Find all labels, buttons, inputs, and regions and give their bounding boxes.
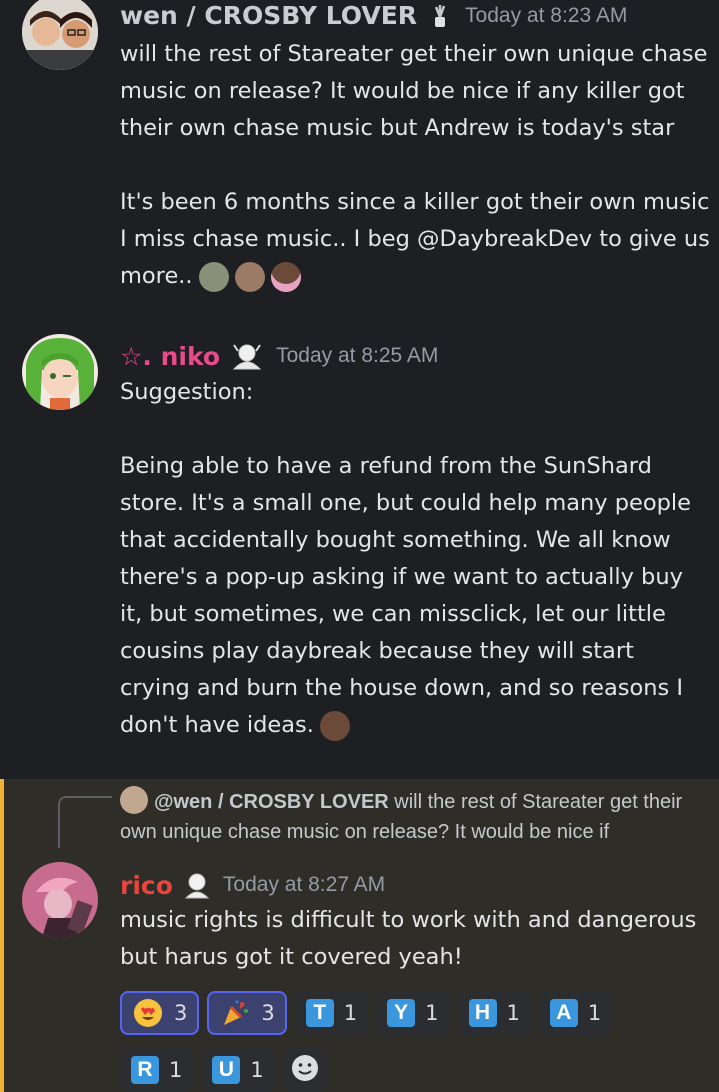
reactions-row-2: R 1 U 1 (120, 1048, 327, 1092)
reaction-count: 1 (169, 1058, 183, 1082)
custom-emoji-icon[interactable] (319, 710, 350, 741)
timestamp: Today at 8:25 AM (276, 344, 439, 367)
username[interactable]: ☆. niko (120, 342, 220, 371)
reaction-letter-h[interactable]: H 1 (457, 991, 531, 1035)
reply-username[interactable]: @wen / CROSBY LOVER (154, 791, 389, 813)
reaction-letter-r[interactable]: R 1 (120, 1048, 194, 1092)
reaction-count: 1 (506, 1001, 520, 1025)
character-role-icon[interactable] (183, 870, 211, 900)
heart-eyes-icon (132, 997, 164, 1029)
timestamp: Today at 8:23 AM (465, 3, 628, 27)
reaction-count: 1 (343, 1001, 358, 1025)
reply-connector (58, 796, 112, 848)
message-paragraph: will the rest of Stareater get their own… (120, 41, 715, 141)
message-content: will the rest of Stareater get their own… (120, 36, 710, 295)
reaction-letter-t[interactable]: T 1 (294, 991, 369, 1035)
plant-role-icon[interactable] (427, 3, 453, 29)
username[interactable]: rico (120, 871, 173, 900)
reaction-count: 1 (587, 1001, 602, 1025)
reaction-letter-a[interactable]: A 1 (538, 991, 613, 1035)
reaction-letter-y[interactable]: Y 1 (376, 991, 450, 1035)
add-reaction-button[interactable] (282, 1048, 327, 1092)
message-content: music rights is difficult to work with a… (120, 902, 710, 976)
reaction-letter-u[interactable]: U 1 (201, 1048, 275, 1092)
message-paragraph: music rights is difficult to work with a… (120, 907, 704, 970)
party-popper-icon (219, 997, 251, 1029)
regional-r-icon: R (131, 1056, 159, 1084)
timestamp: Today at 8:27 AM (222, 873, 386, 896)
regional-u-icon: U (212, 1056, 241, 1084)
message-paragraph: Being able to have a refund from the Sun… (120, 448, 710, 744)
username[interactable]: wen / CROSBY LOVER (120, 1, 417, 30)
custom-emoji-icon[interactable] (270, 261, 301, 292)
regional-h-icon: H (468, 999, 497, 1027)
reply-preview[interactable]: @wen / CROSBY LOVER will the rest of Sta… (120, 786, 700, 847)
reaction-count: 3 (261, 1001, 275, 1025)
add-reaction-icon (290, 1053, 320, 1087)
avatar[interactable] (22, 0, 98, 70)
reply-avatar (120, 786, 148, 814)
reaction-count: 1 (425, 1001, 439, 1025)
avatar[interactable] (22, 334, 98, 410)
message-paragraph: Suggestion: (120, 379, 254, 405)
regional-t-icon: T (305, 999, 334, 1027)
regional-a-icon: A (549, 999, 578, 1027)
custom-emoji-icon[interactable] (234, 261, 265, 292)
message-paragraph: It's been 6 months since a killer got th… (120, 184, 710, 295)
avatar[interactable] (22, 862, 98, 938)
reaction-heart-eyes[interactable]: 3 (120, 991, 200, 1035)
regional-y-icon: Y (387, 999, 416, 1027)
message-content: Suggestion: Being able to have a refund … (120, 374, 710, 744)
reaction-party-popper[interactable]: 3 (207, 991, 287, 1035)
reaction-count: 1 (250, 1058, 264, 1082)
character-role-icon[interactable] (230, 341, 264, 371)
reactions-row-1: 3 3 T 1 Y 1 H 1 A 1 (120, 991, 613, 1035)
mention-bar (0, 779, 4, 1092)
reaction-count: 3 (174, 1001, 188, 1025)
custom-emoji-icon[interactable] (198, 261, 229, 292)
